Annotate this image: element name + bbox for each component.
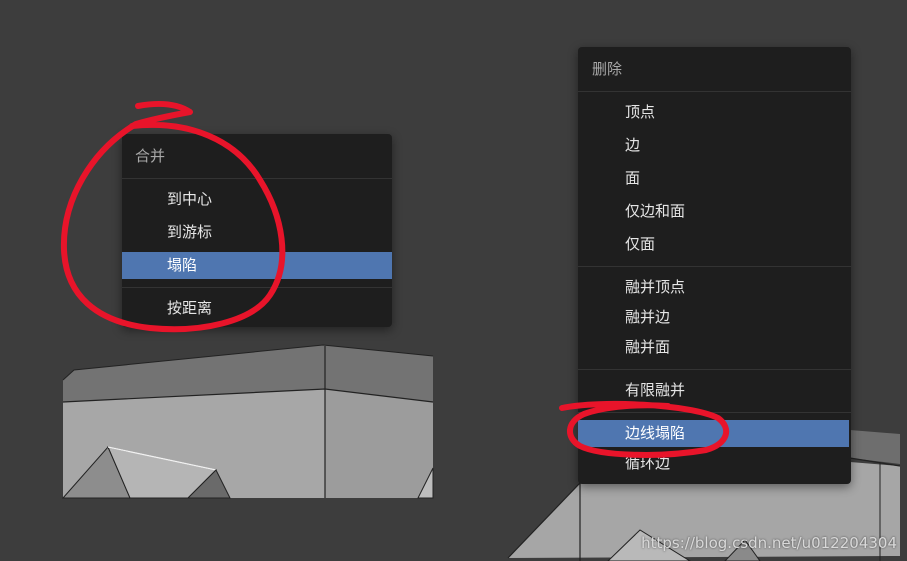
delete-item-edges[interactable]: 边 <box>578 132 851 158</box>
menu-separator <box>578 91 851 92</box>
delete-menu-title: 删除 <box>592 60 623 78</box>
delete-item-limited-dissolve[interactable]: 有限融并 <box>578 377 851 403</box>
delete-item-only-faces[interactable]: 仅面 <box>578 231 851 257</box>
watermark: https://blog.csdn.net/u012204304 <box>641 534 897 552</box>
menu-item-label: 边 <box>625 136 641 154</box>
menu-separator <box>578 266 851 267</box>
left-mesh <box>61 344 434 499</box>
delete-menu: 删除 顶点 边 面 仅边和面 仅面 融并顶点 融并边 融并面 有限融并 边线塌陷… <box>578 47 851 484</box>
delete-item-dissolve-faces[interactable]: 融并面 <box>578 334 851 360</box>
merge-item-collapse[interactable]: 塌陷 <box>122 252 392 279</box>
menu-item-label: 融并顶点 <box>625 278 686 296</box>
merge-menu-title: 合并 <box>135 147 166 165</box>
delete-item-dissolve-edges[interactable]: 融并边 <box>578 304 851 330</box>
menu-item-label: 融并面 <box>625 338 671 356</box>
delete-item-faces[interactable]: 面 <box>578 165 851 191</box>
menu-item-label: 有限融并 <box>625 381 686 399</box>
menu-item-label: 顶点 <box>625 103 656 121</box>
menu-item-label: 融并边 <box>625 308 671 326</box>
delete-item-edge-collapse[interactable]: 边线塌陷 <box>578 420 849 447</box>
delete-item-only-edges-faces[interactable]: 仅边和面 <box>578 198 851 224</box>
menu-item-label: 按距离 <box>167 299 213 317</box>
menu-item-label: 面 <box>625 169 641 187</box>
menu-item-label: 到游标 <box>167 223 213 241</box>
delete-item-dissolve-vertices[interactable]: 融并顶点 <box>578 274 851 300</box>
menu-item-label: 仅面 <box>625 235 656 253</box>
menu-item-label: 边线塌陷 <box>625 424 686 442</box>
menu-separator <box>578 369 851 370</box>
menu-item-label: 循环边 <box>625 454 671 472</box>
merge-item-at-center[interactable]: 到中心 <box>122 186 392 212</box>
merge-item-by-distance[interactable]: 按距离 <box>122 295 392 321</box>
delete-item-edge-loops[interactable]: 循环边 <box>578 450 851 476</box>
menu-separator <box>122 287 392 288</box>
merge-item-at-cursor[interactable]: 到游标 <box>122 219 392 245</box>
merge-menu: 合并 到中心 到游标 塌陷 按距离 <box>122 134 392 327</box>
delete-item-vertices[interactable]: 顶点 <box>578 99 851 125</box>
menu-item-label: 仅边和面 <box>625 202 686 220</box>
menu-item-label: 塌陷 <box>167 256 198 274</box>
menu-separator <box>122 178 392 179</box>
menu-separator <box>578 412 851 413</box>
menu-item-label: 到中心 <box>167 190 213 208</box>
